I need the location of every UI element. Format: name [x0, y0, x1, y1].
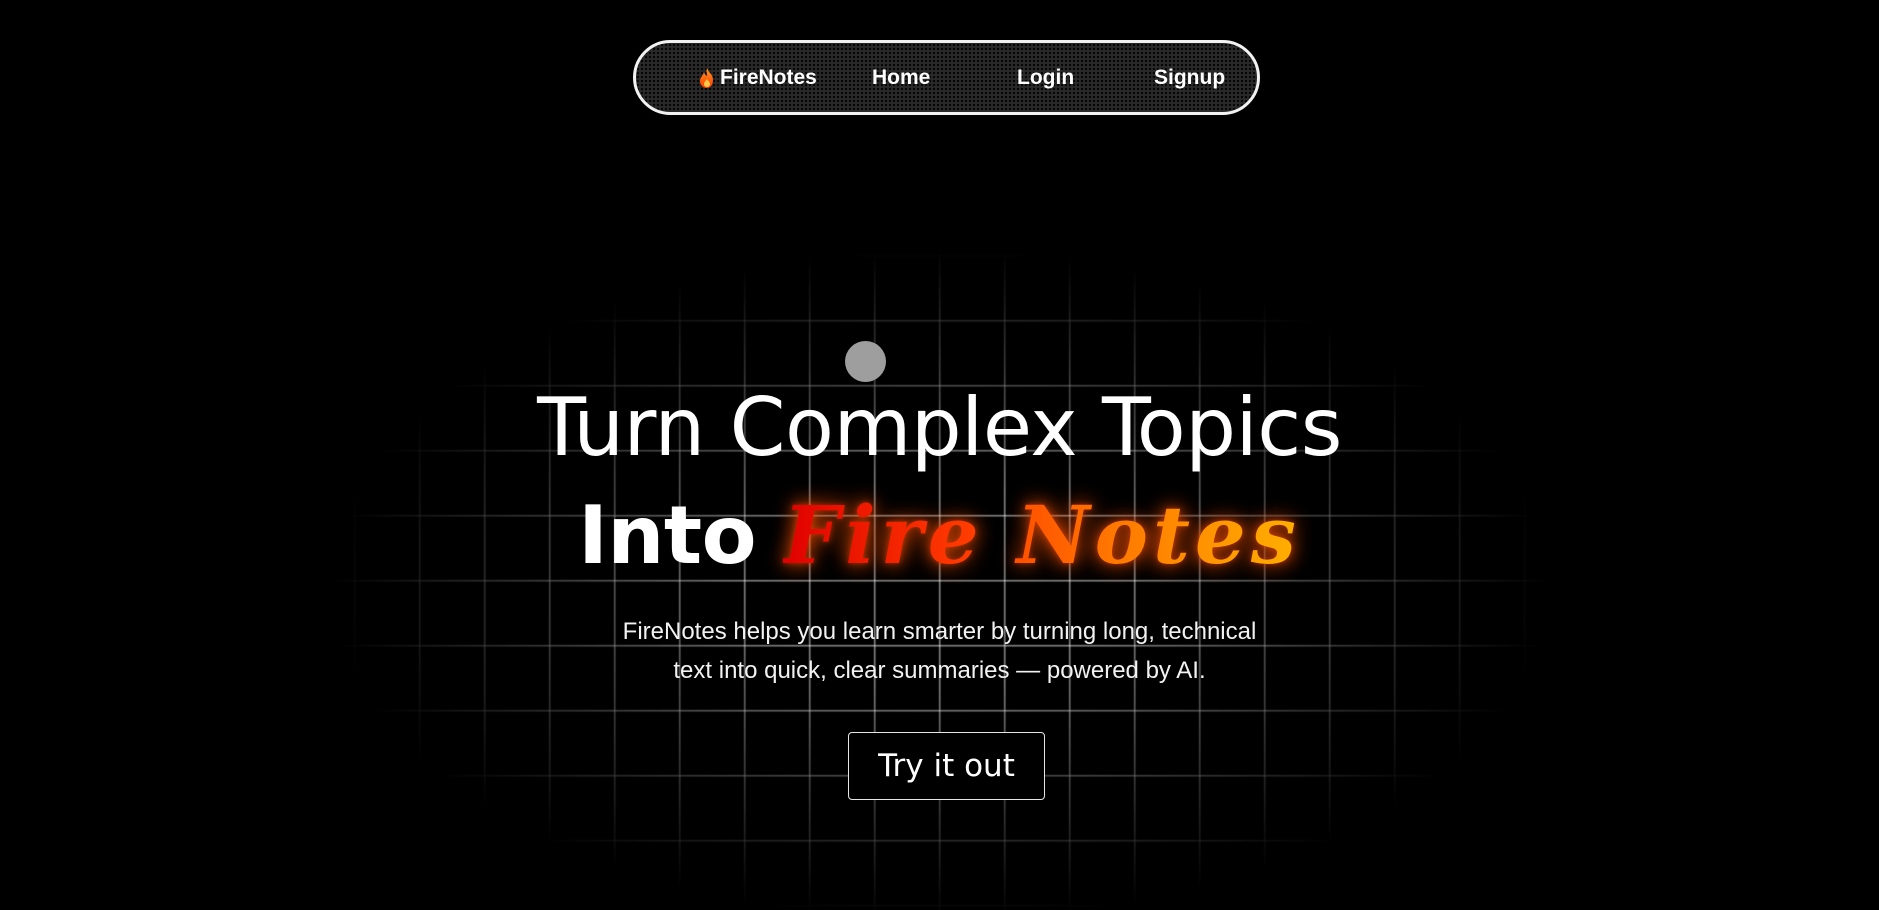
hero-title-highlight: Fire Notes [783, 488, 1301, 582]
nav-signup-link[interactable]: Signup [1154, 66, 1225, 90]
hero-subtitle-line2: text into quick, clear summaries — power… [673, 657, 1206, 684]
hero-subtitle: FireNotes helps you learn smarter by tur… [0, 612, 1879, 690]
navbar: FireNotes Home Login Signup [633, 40, 1260, 115]
hero-subtitle-line1: FireNotes helps you learn smarter by tur… [622, 618, 1257, 645]
nav-login-link[interactable]: Login [1017, 66, 1074, 90]
hero-title-line2: Into Fire Notes [0, 487, 1879, 584]
hero-title-line1: Turn Complex Topics [537, 381, 1342, 474]
hero-title-prefix: Into [578, 489, 757, 582]
nav-home-link[interactable]: Home [872, 66, 930, 90]
try-it-out-button[interactable]: Try it out [848, 732, 1045, 800]
landing-page: FireNotes Home Login Signup Turn Complex… [0, 0, 1879, 910]
brand-label: FireNotes [720, 65, 817, 89]
brand-link[interactable]: FireNotes [698, 66, 817, 90]
fire-icon [700, 67, 713, 88]
cursor-dot [845, 341, 886, 382]
